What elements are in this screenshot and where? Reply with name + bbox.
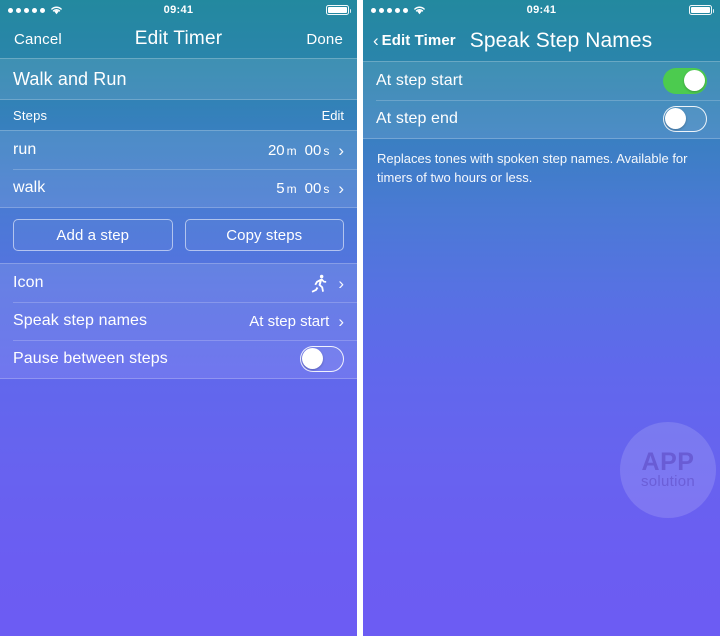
pause-between-steps-toggle[interactable] bbox=[300, 346, 344, 372]
section-footer-note: Replaces tones with spoken step names. A… bbox=[377, 151, 688, 185]
steps-section-header: Steps Edit bbox=[0, 100, 357, 130]
toggle-knob bbox=[684, 70, 705, 91]
at-step-end-row[interactable]: At step end bbox=[363, 100, 720, 138]
running-person-icon bbox=[308, 273, 329, 294]
timer-name-row[interactable]: Walk and Run bbox=[0, 59, 357, 99]
speak-step-names-label: Speak step names bbox=[13, 312, 148, 329]
watermark-line-2: solution bbox=[640, 473, 696, 491]
battery-indicator bbox=[326, 5, 351, 15]
status-bar-clock: 09:41 bbox=[526, 4, 557, 16]
add-a-step-button[interactable]: Add a step bbox=[13, 219, 173, 251]
step-row[interactable]: walk 5 m 00 s › bbox=[0, 169, 357, 207]
step-name: run bbox=[13, 141, 37, 158]
left-phone-screen: 09:41 Cancel Edit Timer Done Walk and Ru… bbox=[0, 0, 357, 636]
toggle-knob bbox=[302, 347, 323, 369]
step-seconds: 00 bbox=[304, 179, 322, 197]
cancel-button[interactable]: Cancel bbox=[14, 31, 62, 48]
step-name: walk bbox=[13, 179, 46, 196]
steps-actions: Add a step Copy steps bbox=[0, 208, 357, 263]
chevron-right-icon: › bbox=[338, 140, 344, 160]
step-minutes-unit: m bbox=[286, 143, 297, 158]
icon-row-label: Icon bbox=[13, 274, 44, 291]
step-seconds-unit: s bbox=[323, 143, 330, 158]
battery-indicator bbox=[689, 5, 714, 15]
back-button[interactable]: ‹ Edit Timer bbox=[373, 30, 456, 50]
chevron-left-icon: ‹ bbox=[373, 30, 379, 50]
steps-header-label: Steps bbox=[13, 107, 48, 123]
watermark-line-1: APP bbox=[641, 447, 695, 476]
chevron-right-icon: › bbox=[338, 273, 344, 293]
timer-settings-group: Icon › Speak step names At step start › … bbox=[0, 263, 357, 379]
speak-options-group: At step start At step end bbox=[363, 61, 720, 139]
steps-list-group: run 20 m 00 s › walk 5 m 00 s › bbox=[0, 130, 357, 208]
chevron-right-icon: › bbox=[338, 178, 344, 198]
at-step-start-row[interactable]: At step start bbox=[363, 62, 720, 100]
battery-full-icon bbox=[326, 5, 351, 15]
left-nav-bar: Cancel Edit Timer Done bbox=[0, 20, 357, 58]
chevron-right-icon: › bbox=[338, 311, 344, 331]
step-duration: 5 m 00 s bbox=[276, 180, 329, 197]
at-step-end-label: At step end bbox=[376, 110, 459, 127]
page-title: Speak Step Names bbox=[469, 28, 653, 52]
right-nav-bar: ‹ Edit Timer Speak Step Names bbox=[363, 20, 720, 61]
timer-name-value: Walk and Run bbox=[13, 68, 127, 89]
battery-full-icon bbox=[689, 5, 714, 15]
step-row[interactable]: run 20 m 00 s › bbox=[0, 131, 357, 169]
copy-steps-button[interactable]: Copy steps bbox=[184, 219, 344, 251]
status-bar-left: 09:41 bbox=[0, 0, 357, 20]
step-duration: 20 m 00 s bbox=[268, 142, 329, 159]
speak-step-names-value: At step start bbox=[249, 312, 330, 330]
step-minutes: 20 bbox=[267, 141, 285, 159]
speak-step-names-row[interactable]: Speak step names At step start › bbox=[0, 302, 357, 340]
pause-between-steps-row[interactable]: Pause between steps bbox=[0, 340, 357, 378]
app-solution-watermark: APP solution bbox=[620, 422, 716, 518]
at-step-end-toggle[interactable] bbox=[663, 106, 707, 132]
dual-screenshot-container: 09:41 Cancel Edit Timer Done Walk and Ru… bbox=[0, 0, 720, 636]
step-minutes: 5 bbox=[276, 179, 285, 197]
pause-between-steps-label: Pause between steps bbox=[13, 350, 168, 367]
at-step-start-label: At step start bbox=[376, 72, 463, 89]
status-bar-clock: 09:41 bbox=[163, 4, 194, 16]
done-button[interactable]: Done bbox=[306, 31, 343, 48]
edit-steps-button[interactable]: Edit bbox=[322, 108, 344, 123]
timer-name-group: Walk and Run bbox=[0, 58, 357, 100]
step-seconds-unit: s bbox=[323, 181, 330, 196]
step-minutes-unit: m bbox=[286, 181, 297, 196]
right-phone-screen: 09:41 ‹ Edit Timer Speak Step Names At s… bbox=[363, 0, 720, 636]
at-step-start-toggle[interactable] bbox=[663, 68, 707, 94]
status-bar-right: 09:41 bbox=[363, 0, 720, 20]
icon-row[interactable]: Icon › bbox=[0, 264, 357, 302]
toggle-knob bbox=[665, 107, 686, 129]
step-seconds: 00 bbox=[304, 141, 322, 159]
back-button-label: Edit Timer bbox=[381, 32, 456, 49]
